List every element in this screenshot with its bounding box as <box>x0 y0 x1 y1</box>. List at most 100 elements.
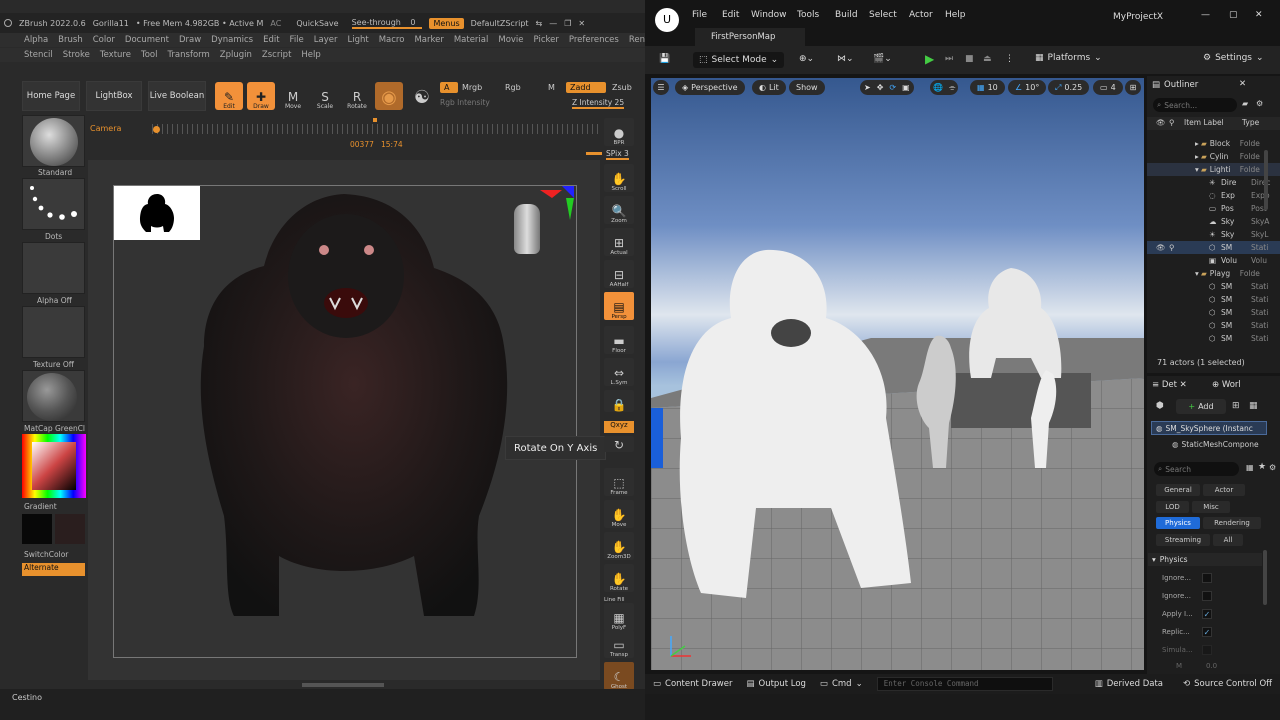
outliner-search-input[interactable]: ⌕ Search... <box>1153 98 1237 112</box>
content-drawer-button[interactable]: ▭ Content Drawer <box>653 679 732 689</box>
prop-checkbox-checked[interactable]: ✓ <box>1202 609 1212 619</box>
a-button[interactable]: A <box>440 82 458 93</box>
close-icon[interactable]: ✕ <box>1239 79 1246 89</box>
color-square[interactable] <box>32 442 76 490</box>
level-viewport[interactable] <box>651 78 1144 670</box>
scale-snap[interactable]: ⤢ 0.25 <box>1048 80 1090 95</box>
switchcolor-button[interactable]: SwitchColor <box>24 550 68 559</box>
play-icon[interactable]: ▶ <box>925 52 934 66</box>
close-icon[interactable]: ✕ <box>1255 10 1263 20</box>
transp-button[interactable]: ▭ Transp <box>604 630 634 658</box>
show-button[interactable]: Show <box>789 80 825 95</box>
prop-checkbox[interactable] <box>1202 645 1212 655</box>
floor-button[interactable]: ▬ Floor <box>604 326 634 354</box>
menu-item[interactable]: Render <box>629 35 645 45</box>
outliner-row[interactable]: ▾ ▰ Lighti Folde <box>1147 163 1280 176</box>
z-intensity-slider[interactable]: Z Intensity 25 <box>572 98 625 109</box>
menu-item[interactable]: Material <box>454 35 489 45</box>
eject-icon[interactable]: ⏏ <box>983 54 992 64</box>
outliner-row[interactable]: ✳ Dire Direc <box>1147 176 1280 189</box>
console-input[interactable]: Enter Console Command <box>876 677 1053 691</box>
menu-item[interactable]: Marker <box>414 35 443 45</box>
cmd-dropdown[interactable]: ▭ Cmd ⌄ <box>820 679 863 689</box>
favorite-star-icon[interactable]: ★ <box>1258 462 1266 472</box>
move-button[interactable]: M Move <box>279 82 307 110</box>
outliner-row[interactable]: ☀ Sky SkyL <box>1147 228 1280 241</box>
color-toggle-button[interactable]: ☯ <box>408 82 436 110</box>
timeline-marker[interactable] <box>373 118 377 122</box>
menu-item[interactable]: Zplugin <box>220 50 252 60</box>
selected-actor-row[interactable]: ◍ SM_SkySphere (Instanc <box>1151 421 1267 435</box>
menu-item[interactable]: Help <box>301 50 320 60</box>
prop-checkbox-checked[interactable]: ✓ <box>1202 627 1212 637</box>
ghost-button[interactable]: ☾ Ghost <box>604 662 634 690</box>
outliner-row[interactable]: ▣ Volu Volu <box>1147 254 1280 267</box>
scroll-button[interactable]: ✋ Scroll <box>604 164 634 192</box>
bpr-button[interactable]: ● BPR <box>604 118 634 146</box>
blueprint-icon[interactable]: ⋈⌄ <box>837 54 854 64</box>
outliner-row[interactable]: ▸ ▰ Cylin Folde <box>1147 150 1280 163</box>
scale-icon[interactable]: ▣ <box>902 83 910 92</box>
platforms-dropdown[interactable]: ▦ Platforms ⌄ <box>1035 53 1102 63</box>
add-actor-icon[interactable]: ⊕⌄ <box>799 54 814 64</box>
lit-button[interactable]: ◐ Lit <box>752 80 786 95</box>
gorilla-silhouette-thumbnail[interactable] <box>114 186 200 240</box>
menu-item[interactable]: Light <box>347 35 368 45</box>
menu-item[interactable]: Brush <box>58 35 83 45</box>
secondary-color-swatch[interactable] <box>55 514 85 544</box>
alpha-thumbnail[interactable] <box>22 242 85 294</box>
scene-render[interactable] <box>651 78 1144 670</box>
outliner-row[interactable]: ⬡ SM Stati <box>1147 332 1280 345</box>
outliner-row[interactable]: ▸ ▰ Block Folde <box>1147 137 1280 150</box>
menu-item[interactable]: Alpha <box>24 35 48 45</box>
menu-item[interactable]: Window <box>751 10 787 20</box>
draw-button[interactable]: ✚ Draw <box>247 82 275 110</box>
menu-item[interactable]: Edit <box>263 35 279 45</box>
rgb-intensity-slider[interactable]: Rgb Intensity <box>440 98 490 107</box>
close-icon[interactable]: ✕ <box>578 19 585 28</box>
timeline-scroll[interactable] <box>586 152 602 155</box>
m-button[interactable]: M <box>548 83 555 92</box>
seethrough-slider[interactable]: See-through 0 <box>351 18 423 29</box>
menu-item[interactable]: Help <box>945 10 966 20</box>
zbrush-document[interactable] <box>113 185 577 658</box>
col-label[interactable]: Item Label <box>1184 118 1224 127</box>
filter-physics[interactable]: Physics <box>1156 517 1200 529</box>
stroke-thumbnail[interactable] <box>22 178 85 230</box>
y-rotate-button[interactable]: ↻ <box>604 436 634 452</box>
menu-item[interactable]: Edit <box>722 10 739 20</box>
menu-item[interactable]: Transform <box>167 50 209 60</box>
physics-section-header[interactable]: ▾ Physics <box>1148 553 1262 566</box>
derived-data-button[interactable]: ▥ Derived Data <box>1095 679 1163 689</box>
texture-thumbnail[interactable] <box>22 306 85 358</box>
prop-value[interactable]: 0.0 <box>1206 662 1217 670</box>
prop-checkbox[interactable] <box>1202 591 1212 601</box>
alternate-button[interactable]: Alternate <box>22 563 85 576</box>
outliner-row[interactable]: ☁ Sky SkyA <box>1147 215 1280 228</box>
menu-item[interactable]: Dynamics <box>211 35 253 45</box>
viewport-options-icon[interactable]: ☰ <box>653 80 669 95</box>
rotate3d-button[interactable]: ✋ Rotate <box>604 564 634 592</box>
menu-item[interactable]: Picker <box>534 35 559 45</box>
select-mode-dropdown[interactable]: ⬚ Select Mode ⌄ <box>693 52 785 68</box>
outliner-row[interactable]: ▭ Pos Post <box>1147 202 1280 215</box>
stop-icon[interactable]: ■ <box>965 54 974 64</box>
lightbox-button[interactable]: LightBox <box>86 81 142 111</box>
filter-misc[interactable]: Misc <box>1192 501 1230 513</box>
minimize-icon[interactable]: — <box>1201 10 1210 20</box>
rotate-button[interactable]: R Rotate <box>343 82 371 110</box>
main-color-swatch[interactable] <box>22 514 52 544</box>
add-component-button[interactable]: + Add <box>1176 399 1226 414</box>
outliner-row[interactable]: ⬡ SM Stati <box>1147 306 1280 319</box>
menu-item[interactable]: Stroke <box>63 50 90 60</box>
quicksave-button[interactable]: QuickSave <box>296 19 338 28</box>
output-log-button[interactable]: ▤ Output Log <box>746 679 805 689</box>
filter-streaming[interactable]: Streaming <box>1156 534 1210 546</box>
menu-item[interactable]: Draw <box>179 35 201 45</box>
world-tab[interactable]: ⊕ Worl <box>1212 380 1241 390</box>
edit-button[interactable]: ✎ Edit <box>215 82 243 110</box>
menu-item[interactable]: File <box>692 10 707 20</box>
timeline-keyframe[interactable] <box>153 126 160 133</box>
menu-item[interactable]: Color <box>93 35 115 45</box>
gorilla-model[interactable] <box>114 186 578 659</box>
